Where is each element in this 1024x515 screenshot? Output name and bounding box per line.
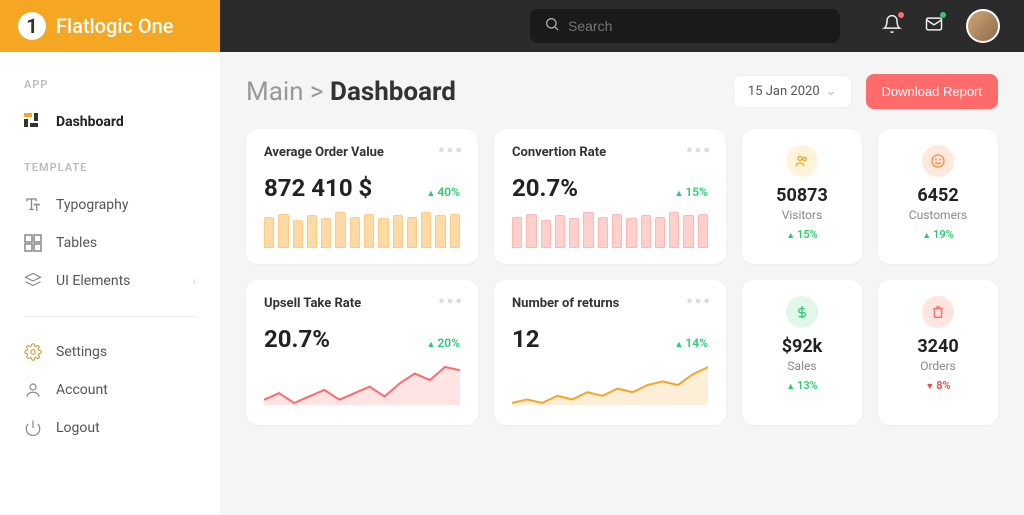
sidebar-item-ui-elements[interactable]: UI Elements › — [0, 262, 220, 300]
kpi-sparkbars — [512, 212, 708, 248]
brand-logo: 1 — [18, 12, 46, 40]
main-content: Main > Dashboard 15 Jan 2020 ⌄ Download … — [220, 52, 1024, 515]
kpi-delta: ▲15% — [675, 185, 709, 199]
kpi-sparkline — [512, 363, 708, 405]
stat-delta: ▼8% — [888, 379, 988, 392]
stat-delta: ▲15% — [752, 228, 852, 241]
topbar-actions — [858, 0, 1024, 52]
breadcrumb: Main > Dashboard — [246, 77, 456, 107]
sidebar-item-label: Tables — [56, 235, 97, 251]
stat-card-orders: 3240 Orders ▼8% — [878, 280, 998, 425]
user-icon — [24, 381, 42, 399]
stat-label: Visitors — [752, 208, 852, 222]
kpi-sparkline — [264, 363, 460, 405]
search-input[interactable] — [568, 18, 826, 34]
notifications-icon[interactable] — [882, 14, 902, 38]
sidebar-item-label: Account — [56, 382, 108, 398]
card-menu-icon[interactable]: ●●● — [438, 294, 464, 307]
sidebar-section-app: APP — [0, 70, 220, 103]
kpi-value: 20.7% — [512, 174, 578, 202]
sidebar-item-label: Typography — [56, 197, 128, 213]
brand[interactable]: 1 Flatlogic One — [0, 0, 220, 52]
kpi-delta: ▲40% — [427, 185, 461, 199]
stat-card-visitors: 50873 Visitors ▲15% — [742, 129, 862, 264]
breadcrumb-sep: > — [310, 77, 324, 107]
sidebar-item-dashboard[interactable]: Dashboard — [0, 103, 220, 141]
users-icon — [786, 145, 818, 177]
stat-value: 50873 — [752, 185, 852, 206]
card-menu-icon[interactable]: ●●● — [438, 143, 464, 156]
dashboard-icon — [24, 113, 42, 131]
stat-card-sales: $92k Sales ▲13% — [742, 280, 862, 425]
stat-delta: ▲19% — [888, 228, 988, 241]
kpi-delta: ▲14% — [675, 336, 709, 350]
layers-icon — [24, 272, 42, 290]
breadcrumb-parent: Main — [246, 77, 304, 107]
kpi-value: 20.7% — [264, 325, 330, 353]
gear-icon — [24, 343, 42, 361]
bag-icon — [922, 296, 954, 328]
mail-dot — [940, 12, 946, 18]
chevron-down-icon: ⌄ — [826, 84, 837, 99]
sidebar-item-settings[interactable]: Settings — [0, 333, 220, 371]
sidebar-item-label: Logout — [56, 420, 100, 436]
notification-dot — [898, 12, 904, 18]
search-box[interactable] — [530, 9, 840, 43]
date-value: 15 Jan 2020 — [748, 84, 820, 99]
download-report-button[interactable]: Download Report — [866, 74, 998, 109]
kpi-value: 872 410 $ — [264, 174, 372, 202]
sidebar-item-tables[interactable]: Tables — [0, 224, 220, 262]
kpi-title: Number of returns — [512, 296, 708, 311]
dollar-icon — [786, 296, 818, 328]
card-menu-icon[interactable]: ●●● — [686, 294, 712, 307]
header-actions: 15 Jan 2020 ⌄ Download Report — [733, 74, 998, 109]
sidebar-section-template: TEMPLATE — [0, 153, 220, 186]
typography-icon — [24, 196, 42, 214]
kpi-title: Convertion Rate — [512, 145, 708, 160]
kpi-value: 12 — [512, 325, 540, 353]
stat-card-customers: 6452 Customers ▲19% — [878, 129, 998, 264]
sidebar-item-label: Dashboard — [56, 114, 124, 130]
sidebar: APP Dashboard TEMPLATE Typography Tables… — [0, 52, 220, 515]
brand-name: Flatlogic One — [56, 14, 173, 38]
stat-label: Customers — [888, 208, 988, 222]
stat-label: Orders — [888, 359, 988, 373]
search-icon — [544, 16, 560, 36]
mail-icon[interactable] — [924, 14, 944, 38]
breadcrumb-current: Dashboard — [330, 77, 456, 107]
stat-value: 3240 — [888, 336, 988, 357]
chevron-right-icon: › — [192, 274, 196, 288]
sidebar-item-logout[interactable]: Logout — [0, 409, 220, 447]
tables-icon — [24, 234, 42, 252]
card-menu-icon[interactable]: ●●● — [686, 143, 712, 156]
page-header: Main > Dashboard 15 Jan 2020 ⌄ Download … — [246, 74, 998, 109]
kpi-card-conversion: ●●● Convertion Rate 20.7% ▲15% — [494, 129, 726, 264]
kpi-title: Upsell Take Rate — [264, 296, 460, 311]
cards-grid: ●●● Average Order Value 872 410 $ ▲40% ●… — [246, 129, 998, 425]
kpi-delta: ▲20% — [427, 336, 461, 350]
date-picker[interactable]: 15 Jan 2020 ⌄ — [733, 75, 852, 108]
kpi-sparkbars — [264, 212, 460, 248]
kpi-card-upsell: ●●● Upsell Take Rate 20.7% ▲20% — [246, 280, 478, 425]
kpi-card-returns: ●●● Number of returns 12 ▲14% — [494, 280, 726, 425]
stat-value: 6452 — [888, 185, 988, 206]
kpi-title: Average Order Value — [264, 145, 460, 160]
sidebar-item-label: UI Elements — [56, 273, 130, 289]
kpi-card-avg-order: ●●● Average Order Value 872 410 $ ▲40% — [246, 129, 478, 264]
avatar[interactable] — [966, 9, 1000, 43]
stat-label: Sales — [752, 359, 852, 373]
sidebar-item-account[interactable]: Account — [0, 371, 220, 409]
topbar: 1 Flatlogic One — [0, 0, 1024, 52]
topbar-center — [220, 0, 858, 52]
power-icon — [24, 419, 42, 437]
sidebar-item-label: Settings — [56, 344, 107, 360]
smile-icon — [922, 145, 954, 177]
stat-value: $92k — [752, 336, 852, 357]
stat-delta: ▲13% — [752, 379, 852, 392]
sidebar-item-typography[interactable]: Typography — [0, 186, 220, 224]
sidebar-divider — [24, 316, 196, 317]
